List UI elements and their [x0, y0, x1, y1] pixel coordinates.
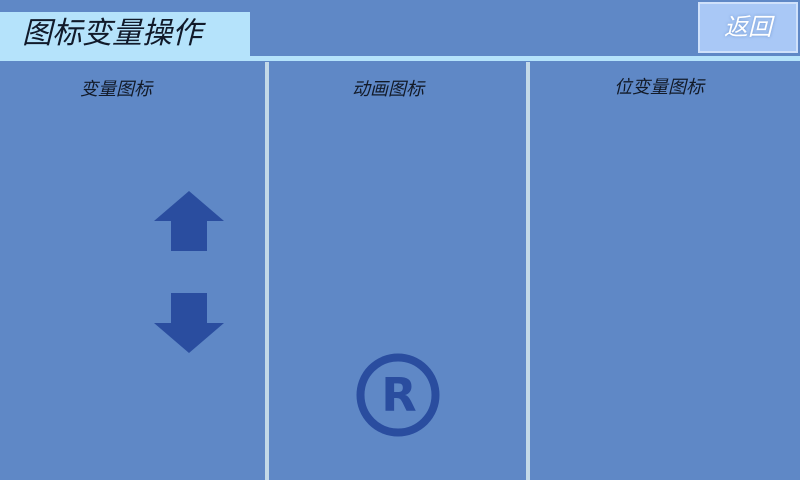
panel-divider-left: [265, 62, 269, 480]
panel-title-variable-icon: 变量图标: [80, 79, 152, 100]
arrow-up-icon[interactable]: [154, 191, 224, 253]
panel-title-bit-variable-icon: 位变量图标: [614, 77, 704, 98]
registered-trademark-icon: R: [356, 353, 440, 437]
arrow-down-icon[interactable]: [154, 293, 224, 355]
panel-divider-right: [526, 62, 530, 480]
back-button[interactable]: 返回: [698, 2, 798, 53]
panel-title-animation-icon: 动画图标: [352, 79, 424, 100]
title-underline: [0, 56, 800, 61]
page-title: 图标变量操作: [0, 12, 250, 56]
svg-text:R: R: [381, 368, 416, 422]
